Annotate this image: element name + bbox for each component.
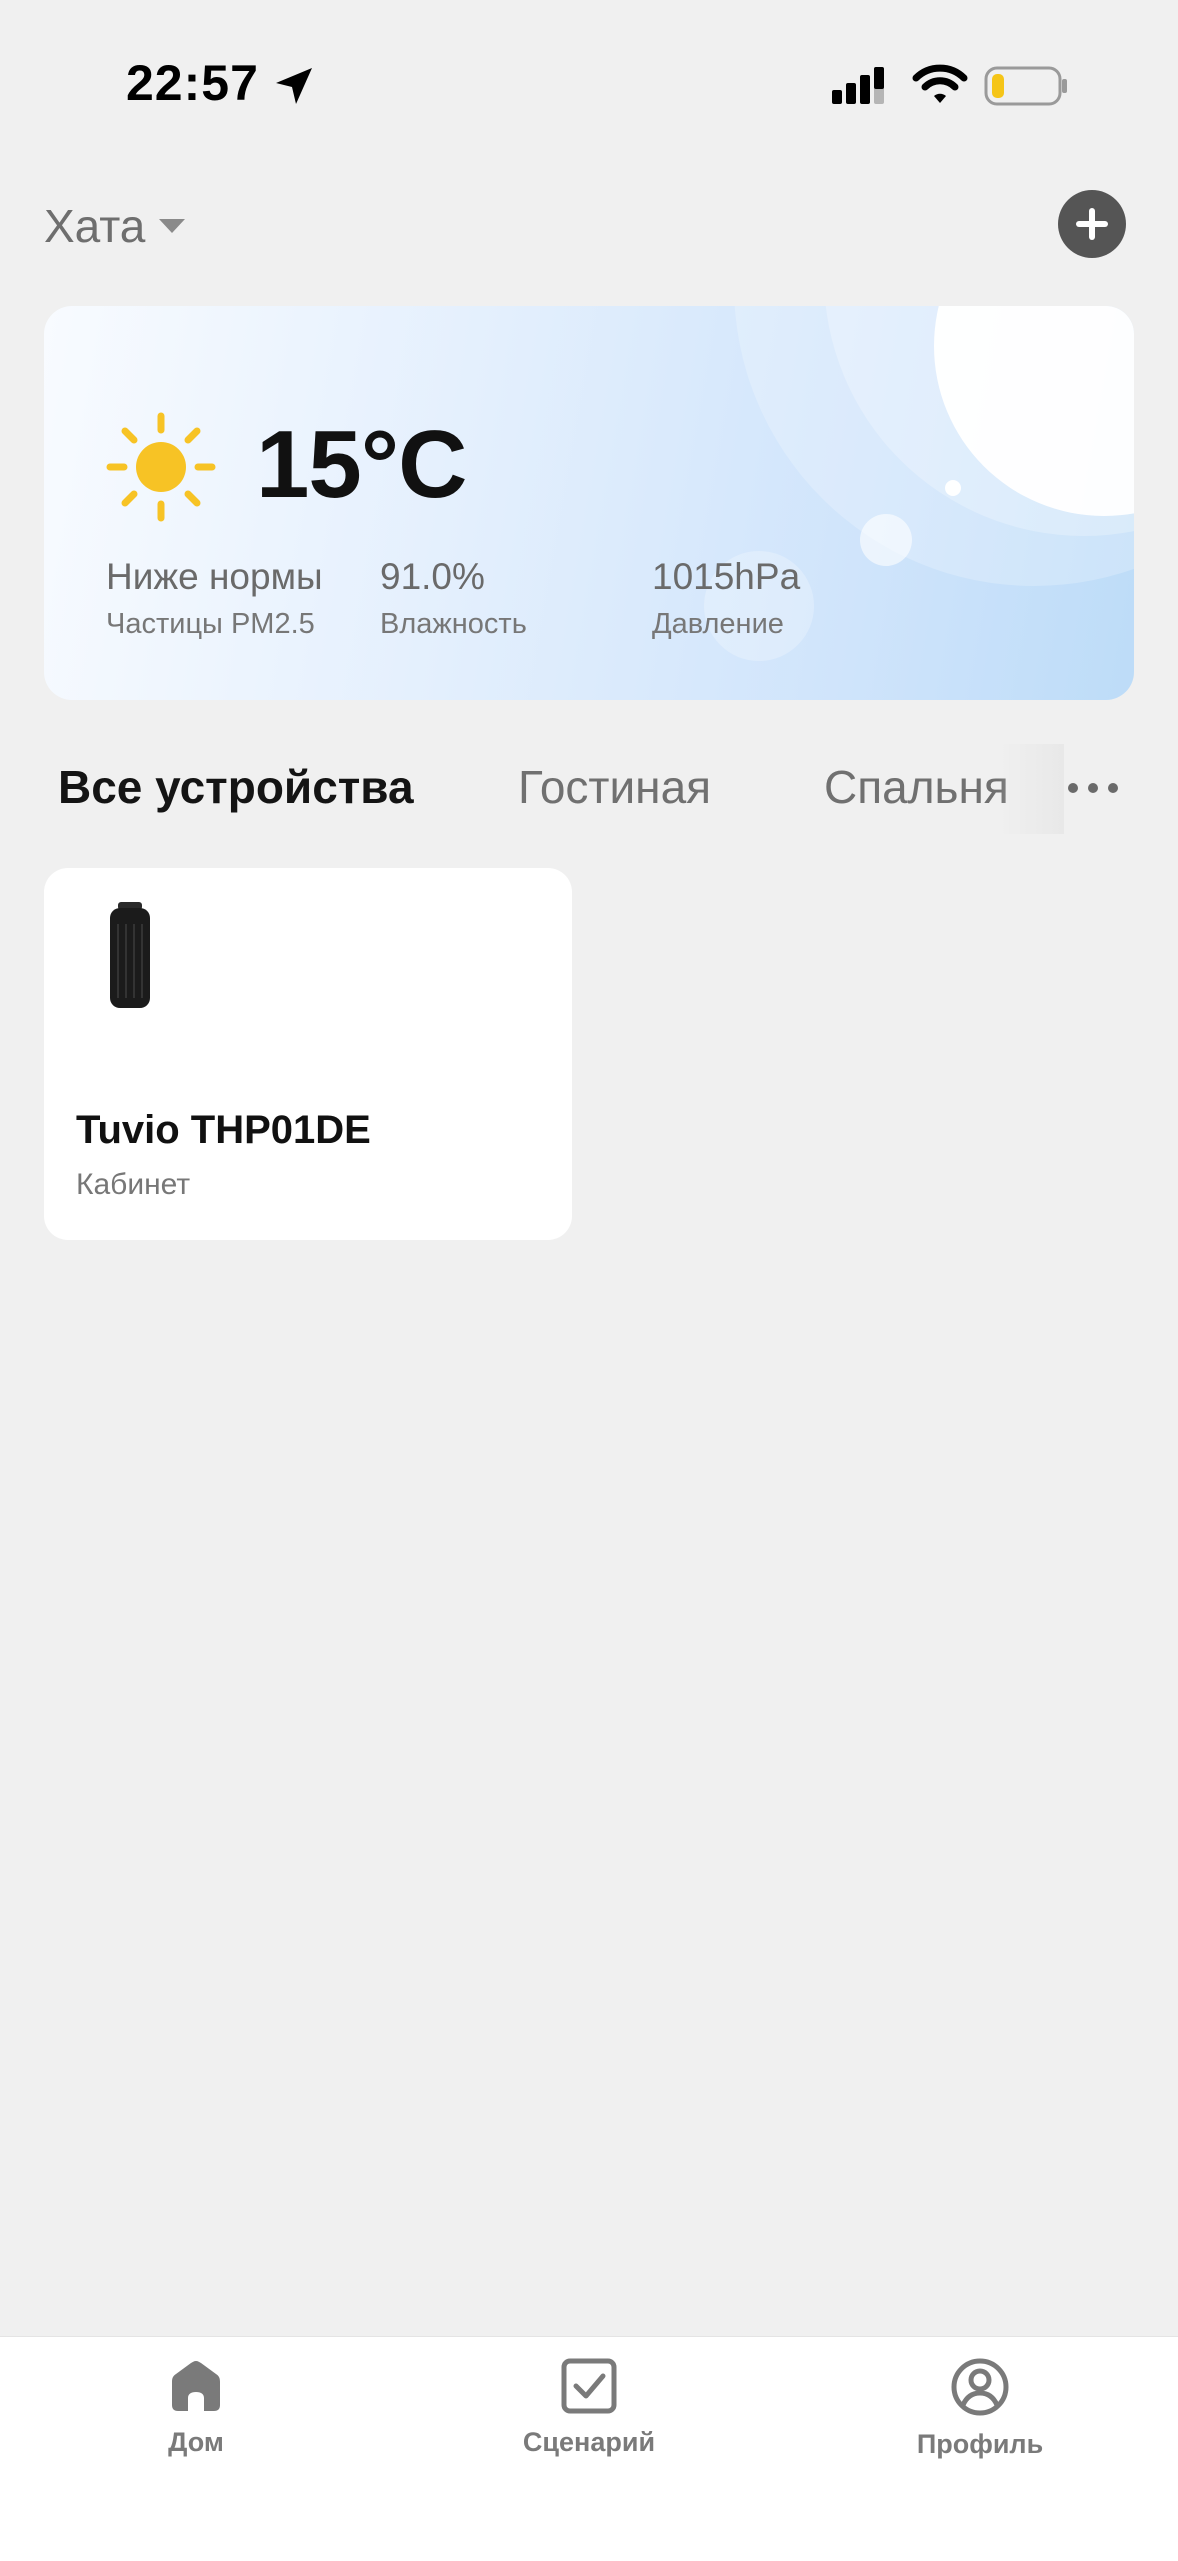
- tabs-fade-overlay: [998, 744, 1064, 834]
- wifi-icon: [912, 64, 968, 103]
- metric-label: Влажность: [380, 608, 527, 640]
- bottom-nav: Дом Сценарий Профиль: [0, 2336, 1178, 2561]
- weather-card[interactable]: 15°C Ниже нормы Частицы PM2.5 91.0% Влаж…: [44, 306, 1134, 700]
- nav-scenario[interactable]: Сценарий: [489, 2357, 689, 2458]
- tab-all-devices[interactable]: Все устройства: [58, 760, 414, 814]
- nav-label: Сценарий: [522, 2427, 656, 2457]
- metric-value: 91.0%: [380, 556, 485, 597]
- caret-down-icon: [159, 219, 186, 233]
- status-time: 22:57: [126, 55, 259, 111]
- scenario-checkbox-icon: [561, 2358, 617, 2414]
- metric-pressure: 1015hPa Давление: [652, 556, 800, 641]
- nav-label: Профиль: [916, 2429, 1044, 2459]
- nav-label: Дом: [168, 2427, 224, 2457]
- nav-home[interactable]: Дом: [96, 2357, 296, 2458]
- battery-low-icon: [984, 66, 1067, 106]
- metric-value: 1015hPa: [652, 556, 801, 597]
- tab-living-room[interactable]: Гостиная: [518, 760, 711, 814]
- home-name: Хата: [44, 200, 146, 252]
- cellular-signal-icon: [832, 67, 884, 104]
- nav-profile[interactable]: Профиль: [880, 2357, 1080, 2460]
- tab-bedroom[interactable]: Спальня: [824, 760, 1009, 814]
- device-name: Tuvio THP01DE: [76, 1108, 371, 1152]
- metric-value: Ниже нормы: [106, 556, 323, 597]
- home-icon: [172, 2361, 220, 2411]
- location-arrow-icon: [276, 68, 312, 104]
- temperature: 15°C: [256, 411, 467, 518]
- metric-label: Частицы PM2.5: [106, 608, 315, 640]
- metric-pm25: Ниже нормы Частицы PM2.5: [106, 556, 323, 641]
- metric-label: Давление: [652, 608, 784, 640]
- more-dots-icon[interactable]: [1060, 768, 1126, 808]
- sun-icon: [106, 412, 216, 522]
- profile-icon: [951, 2358, 1009, 2416]
- device-card[interactable]: Tuvio THP01DE Кабинет: [44, 868, 572, 1240]
- air-purifier-image: [110, 902, 150, 1008]
- add-button[interactable]: [1058, 190, 1126, 258]
- home-selector[interactable]: Хата: [44, 196, 187, 256]
- status-bar: 22:57: [0, 0, 1178, 150]
- metric-humidity: 91.0% Влажность: [380, 556, 527, 641]
- device-room: Кабинет: [76, 1168, 191, 1201]
- plus-icon: [1076, 208, 1108, 240]
